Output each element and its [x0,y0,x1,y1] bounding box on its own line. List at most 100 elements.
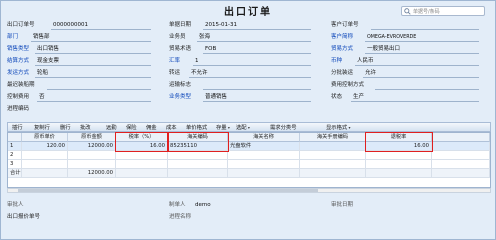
toolbar-button-label: 保险 [126,125,137,131]
toolbar-button[interactable]: 显示格式 ▾ [326,124,350,132]
grid-cell[interactable] [432,151,490,160]
grid-cell[interactable] [432,160,490,169]
underline [365,53,479,54]
audit-date-label: 审批日期 [331,202,354,208]
trade-mode-field[interactable]: 贸易方式 一般贸易出口 [331,45,481,54]
toolbar-button[interactable]: 单价格式 [186,124,207,132]
underline [51,29,151,30]
grid-cell[interactable] [116,151,168,160]
underline [355,65,479,66]
grid-cell[interactable] [366,151,432,160]
grid-cell[interactable] [68,151,116,160]
trade-terms-field[interactable]: 贸易术语 FOB [169,45,319,54]
underline [351,101,479,102]
search-placeholder[interactable]: 单据号/条码 [413,8,440,15]
currency-label: 币种 [331,58,343,64]
total-cell [168,169,228,178]
toolbar-button[interactable]: 选配 ▾ [236,124,250,132]
highlight-annotation-box [365,132,433,152]
maker-field: 制单人 demo [169,201,319,210]
rate-field[interactable]: 汇率 1 [169,57,319,66]
grid-cell[interactable] [300,142,366,151]
grid-cell[interactable] [168,151,228,160]
transship-field[interactable]: 转运 不允许 [169,69,319,78]
grid-cell[interactable] [116,160,168,169]
ship-field[interactable]: 发运方式 轮船 [7,69,157,78]
dept-label: 部门 [7,34,19,40]
memo-field[interactable]: 进程编码 [7,105,157,114]
horizontal-scrollbar[interactable] [7,188,491,193]
toolbar-button[interactable]: 需求分类号 [270,124,297,132]
grid-cell[interactable] [300,160,366,169]
grid-cell[interactable] [22,160,68,169]
chevron-down-icon[interactable]: ▾ [347,125,350,130]
maker-value: demo [195,202,211,208]
transship-label: 转运 [169,70,181,76]
grid-cell[interactable] [300,151,366,160]
settle-field[interactable]: 结算方式 现金支票 [7,57,157,66]
grid-column-header-extra [432,133,490,142]
customer-field[interactable]: 客户简称 OMEGA-EVROVERDE [331,33,481,42]
control-usage-field[interactable]: 控制费用 否 [7,93,157,102]
partial-field[interactable]: 分批装运 允许 [331,69,481,78]
auditor-field: 审批人 [7,201,157,210]
settle-label: 结算方式 [7,58,30,64]
toolbar-button[interactable]: 复制行 [34,124,50,132]
grid-column-header[interactable]: 原币单价 [22,133,68,142]
customer-order-field[interactable]: 客户订单号 [331,21,481,30]
grid-cell[interactable]: 120.00 [22,142,68,151]
grid-cell[interactable]: 光盘软件 [228,142,300,151]
underline [35,65,151,66]
currency-field[interactable]: 币种 人民币 [331,57,481,66]
shipping-mark-label: 运输标志 [169,82,192,88]
grid-cell[interactable] [228,151,300,160]
toolbar-button-label: 单价格式 [186,125,208,131]
process-name-label: 进程名称 [169,214,192,220]
grid-cell[interactable] [68,160,116,169]
fee-control-field[interactable]: 费用控制方式 [331,81,481,90]
quote-no-field: 出口报价单号 [7,213,157,222]
toolbar-button[interactable]: 插行 [12,124,23,132]
underline [193,65,311,66]
toolbar-button-label: 复制行 [34,125,50,131]
sales-type-field[interactable]: 销售类型 出口销售 [7,45,157,54]
grid-column-header[interactable]: 原币金额 [68,133,116,142]
salesman-field[interactable]: 业务员 张海 [169,33,319,42]
grid-cell[interactable] [432,142,490,151]
chevron-down-icon[interactable]: ▾ [247,125,250,130]
quote-no-label: 出口报价单号 [7,214,41,220]
chevron-down-icon[interactable]: ▾ [227,125,230,130]
latest-ship-label: 最迟装船期 [7,82,35,88]
toolbar-button[interactable]: 佣金 [146,124,157,132]
toolbar-button[interactable]: 保险 [126,124,137,132]
underline [203,101,311,102]
grid-cell[interactable] [228,160,300,169]
highlight-annotation-box [167,132,229,152]
total-cell [22,169,68,178]
grid-cell[interactable] [168,160,228,169]
status-field[interactable]: 状态 生产 [331,93,481,102]
toolbar-button[interactable]: 远勤 [106,124,117,132]
grid-column-header[interactable]: 海关名称 [228,133,300,142]
toolbar-button[interactable]: 批改 [80,124,91,132]
toolbar-button[interactable]: 成本 [166,124,177,132]
toolbar-button-label: 存量 [216,125,227,131]
latest-ship-field[interactable]: 最迟装船期 [7,81,157,90]
grid-cell[interactable]: 12000.00 [68,142,116,151]
biz-type-field[interactable]: 业务类型 普通销售 [169,93,319,102]
shipping-mark-field[interactable]: 运输标志 [169,81,319,90]
toolbar-button[interactable]: 存量 ▾ [216,124,230,132]
grid-column-header[interactable]: 海关手册编码 [300,133,366,142]
status-label: 状态 [331,94,343,100]
grid-cell[interactable] [22,151,68,160]
underline [35,53,151,54]
grid-cell[interactable] [366,160,432,169]
salesman-label: 业务员 [169,34,186,40]
doc-date-field[interactable]: 单据日期 2015-01-31 [169,21,319,30]
dept-field[interactable]: 部门 销售部 [7,33,157,42]
order-no-field[interactable]: 出口订单号 0000000001 [7,21,157,30]
scrollbar-thumb[interactable] [18,189,318,192]
toolbar-button[interactable]: 删行 [60,124,71,132]
search-box[interactable]: 单据号/条码 [401,6,485,16]
auditor-label: 审批人 [7,202,24,208]
